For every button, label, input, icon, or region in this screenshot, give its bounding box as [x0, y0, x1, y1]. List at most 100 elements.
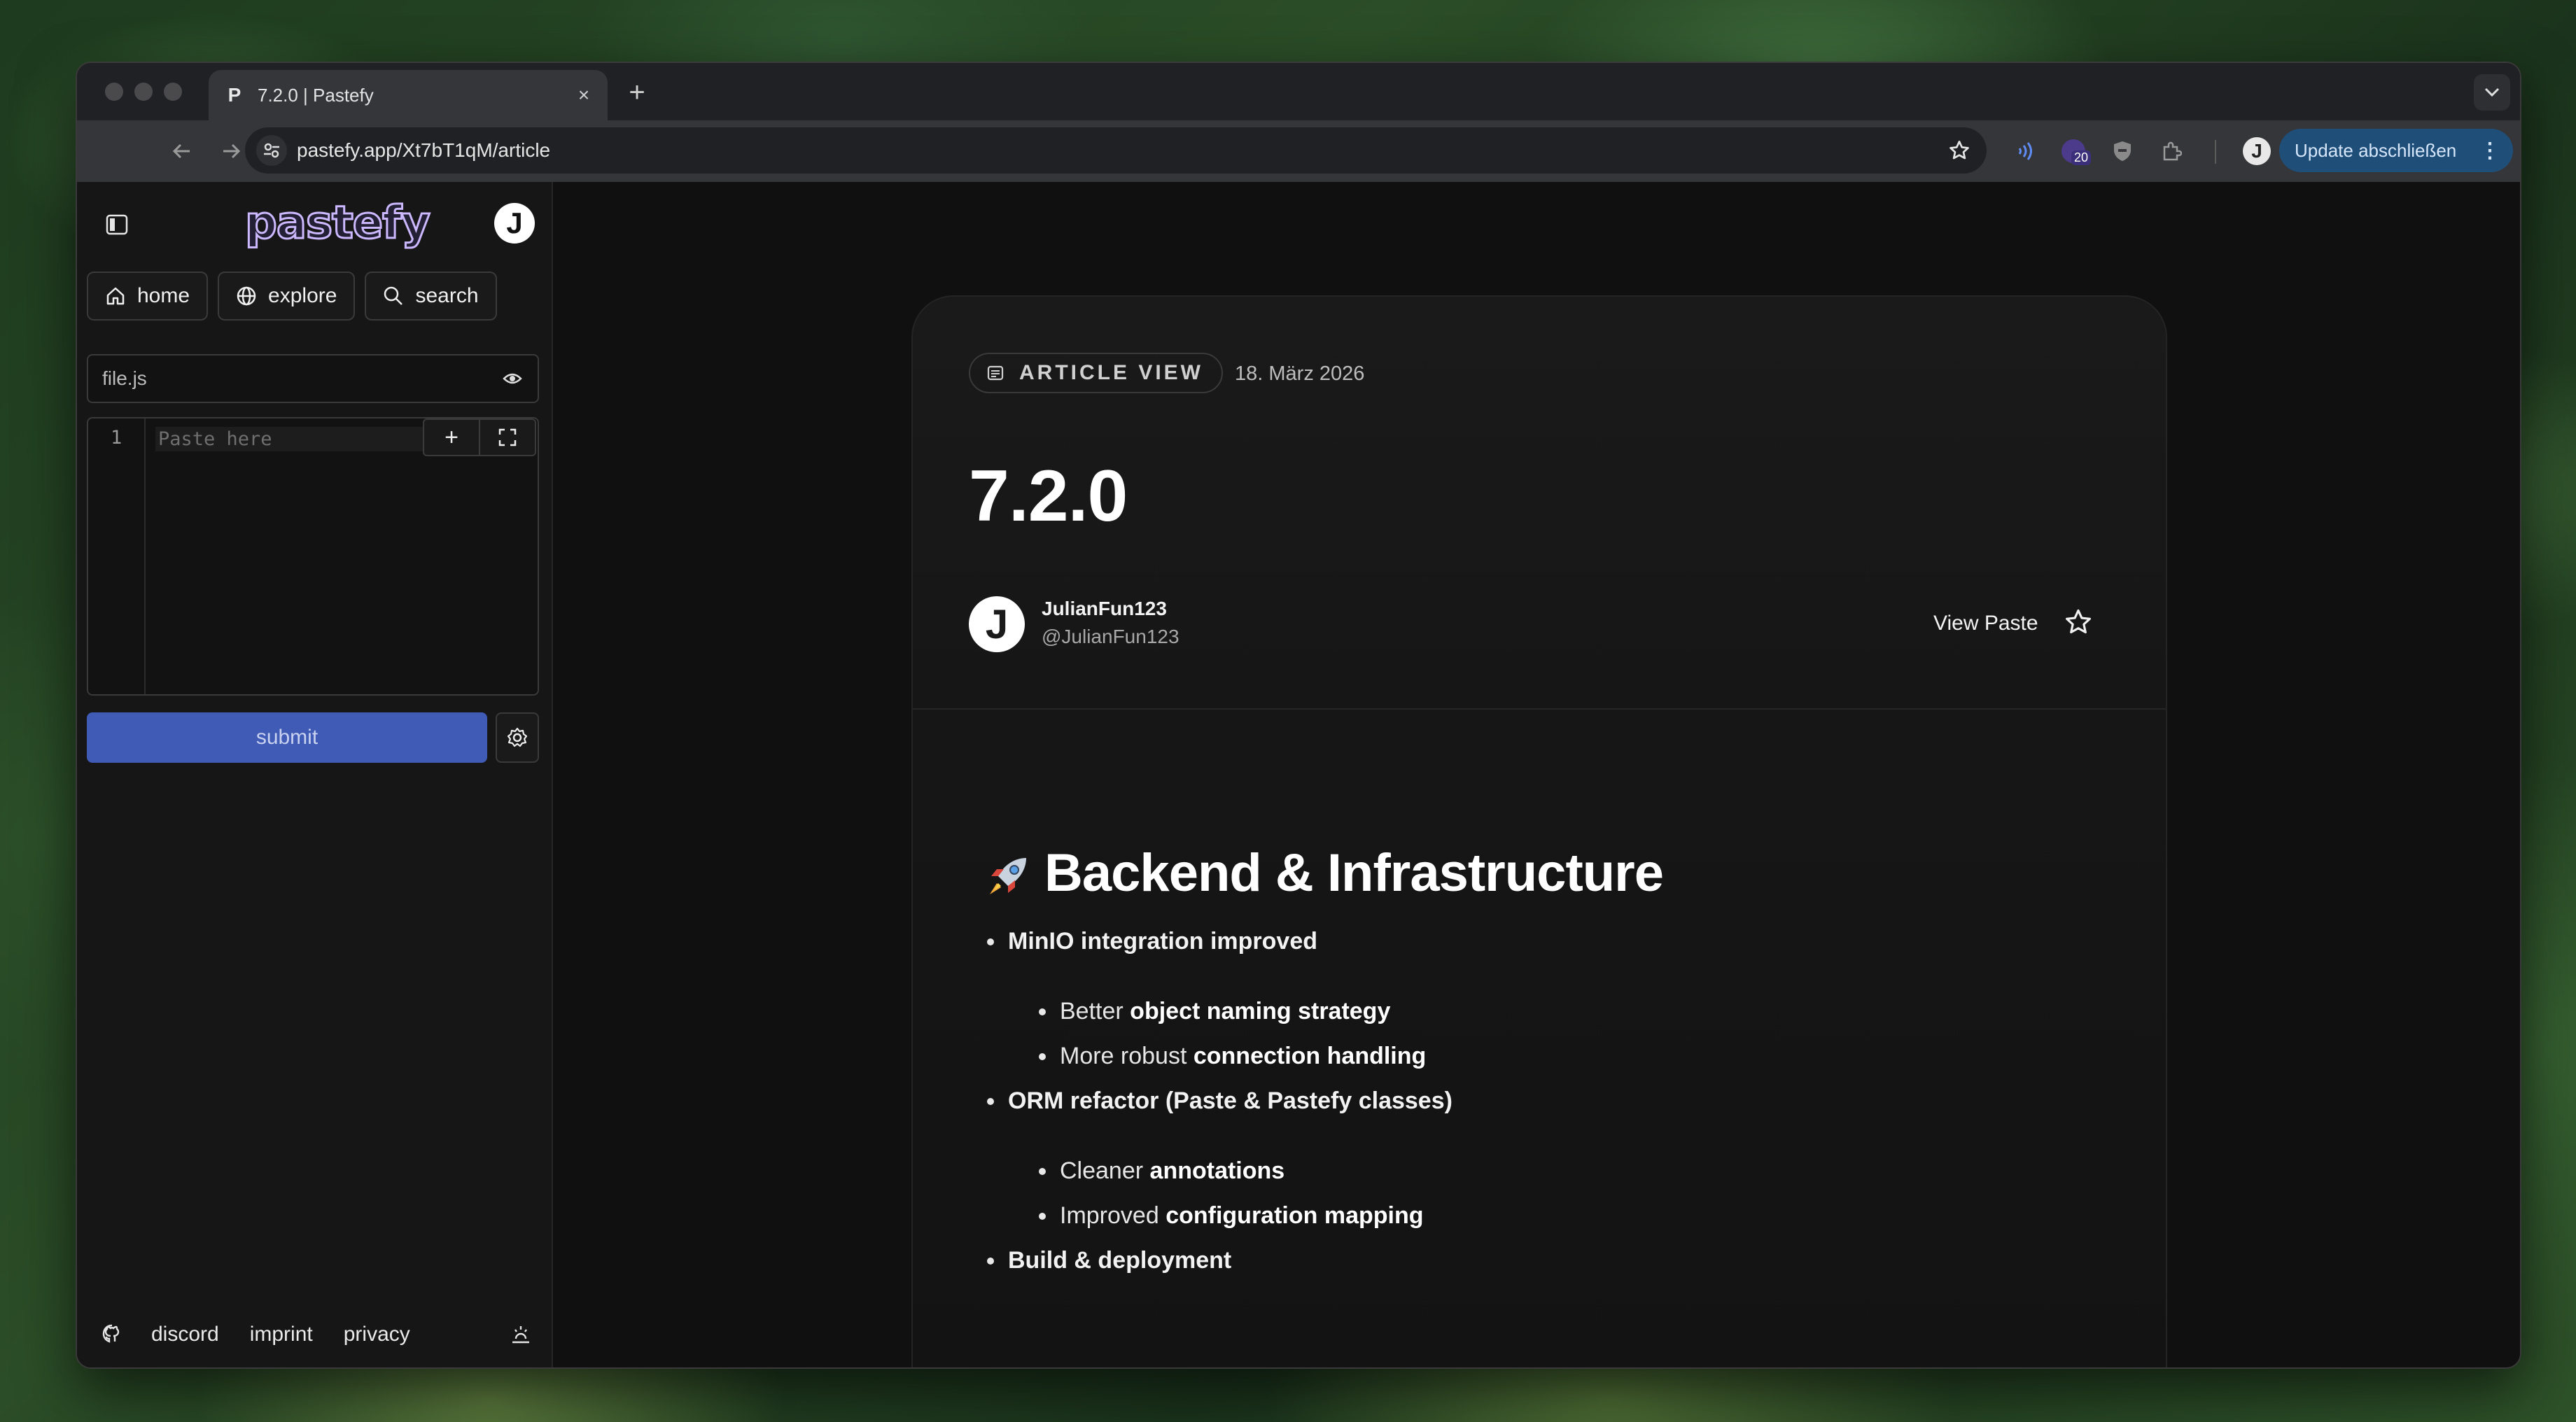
- list-item-label: ORM refactor (Paste & Pastefy classes): [1008, 1087, 1452, 1114]
- pastefy-logo[interactable]: pastefy: [244, 197, 432, 251]
- globe-icon: [237, 286, 256, 306]
- list-item-label: Build & deployment: [1008, 1247, 1232, 1274]
- window-controls: [105, 83, 182, 101]
- nav-home-label: home: [137, 284, 190, 307]
- article-date: 18. März 2026: [1235, 362, 1365, 385]
- sidebar-nav: home explore search: [87, 272, 497, 321]
- author-handle: @JulianFun123: [1042, 626, 1180, 647]
- code-editor[interactable]: 1 Paste here +: [87, 417, 539, 696]
- address-bar[interactable]: pastefy.app/Xt7bT1qM/article: [245, 127, 1987, 174]
- article-card: ARTICLE VIEW 18. März 2026 7.2.0 J Julia…: [911, 295, 2167, 1367]
- puzzle-extensions-icon[interactable]: [2155, 134, 2188, 168]
- pastefy-favicon-icon: P: [227, 84, 241, 106]
- footer-link-privacy[interactable]: privacy: [344, 1323, 410, 1346]
- sub-list: Better object naming strategy More robus…: [1008, 989, 2110, 1078]
- sub-list: Cleaner annotations Improved configurati…: [1008, 1148, 2110, 1238]
- sub-item-prefix: Cleaner: [1060, 1157, 1144, 1184]
- article-title: 7.2.0: [969, 456, 1128, 537]
- tab-search-chevron-icon[interactable]: [2474, 74, 2510, 111]
- user-avatar[interactable]: J: [494, 203, 535, 244]
- article-body: Backend & Infrastructure MinIO integrati…: [983, 843, 2110, 1283]
- bookmark-star-icon[interactable]: [1942, 133, 1977, 168]
- close-window-button[interactable]: [105, 83, 123, 101]
- more-menu-icon[interactable]: ⋮: [2479, 139, 2500, 163]
- nav-explore-label: explore: [268, 284, 337, 307]
- sub-list-item: Better object naming strategy: [1035, 989, 2110, 1034]
- list-item: Build & deployment: [983, 1238, 2110, 1283]
- rocket-icon: [990, 857, 1026, 894]
- sub-item-strong: configuration mapping: [1166, 1202, 1424, 1229]
- list-item: ORM refactor (Paste & Pastefy classes) C…: [983, 1078, 2110, 1238]
- minimize-window-button[interactable]: [134, 83, 153, 101]
- sidebar: pastefy J home explore search file.js 1 …: [77, 182, 553, 1367]
- sub-item-prefix: Better: [1060, 998, 1124, 1025]
- browser-window: P 7.2.0 | Pastefy × + pastefy.app/Xt7bT1…: [76, 62, 2521, 1369]
- filename-value: file.js: [102, 367, 147, 389]
- editor-tools: +: [423, 418, 536, 456]
- home-icon: [106, 287, 125, 305]
- settings-gear-icon[interactable]: [496, 712, 539, 763]
- view-paste-link[interactable]: View Paste: [1933, 612, 2038, 635]
- update-button-label: Update abschließen: [2295, 139, 2457, 161]
- section-heading-text: Backend & Infrastructure: [1044, 843, 1664, 903]
- editor-gutter: 1: [88, 418, 146, 694]
- changelog-list: MinIO integration improved Better object…: [983, 919, 2110, 1283]
- article-view-badge: ARTICLE VIEW: [969, 353, 1223, 393]
- editor-placeholder[interactable]: Paste here: [155, 427, 441, 451]
- url-text[interactable]: pastefy.app/Xt7bT1qM/article: [297, 139, 1942, 162]
- active-tab[interactable]: P 7.2.0 | Pastefy ×: [209, 70, 608, 120]
- sub-item-strong: object naming strategy: [1130, 998, 1391, 1025]
- author-name[interactable]: JulianFun123: [1042, 598, 1167, 620]
- visibility-eye-icon[interactable]: [503, 371, 522, 386]
- submit-button[interactable]: submit: [87, 712, 487, 763]
- list-item-label: MinIO integration improved: [1008, 928, 1318, 955]
- toolbar-divider: [2215, 140, 2216, 164]
- sub-item-prefix: Improved: [1060, 1202, 1159, 1229]
- sub-list-item: More robust connection handling: [1035, 1034, 2110, 1078]
- github-icon[interactable]: [101, 1323, 123, 1346]
- profile-avatar-icon[interactable]: J: [2240, 134, 2274, 168]
- update-browser-button[interactable]: Update abschließen ⋮: [2279, 129, 2513, 172]
- extension-badge-count: 20: [2071, 150, 2092, 165]
- sidebar-toggle-icon[interactable]: [101, 209, 133, 241]
- article-view-label: ARTICLE VIEW: [1019, 361, 1203, 384]
- line-number: 1: [111, 427, 122, 449]
- search-icon: [384, 286, 403, 305]
- filename-input[interactable]: file.js: [87, 354, 539, 403]
- sidebar-footer: discord imprint privacy: [101, 1323, 532, 1346]
- nav-explore-button[interactable]: explore: [218, 272, 356, 321]
- back-arrow-icon[interactable]: [165, 134, 199, 168]
- site-settings-icon[interactable]: [256, 135, 287, 166]
- author-avatar[interactable]: J: [969, 596, 1025, 652]
- tab-close-icon[interactable]: ×: [570, 81, 598, 109]
- section-heading: Backend & Infrastructure: [983, 843, 2110, 903]
- footer-link-discord[interactable]: discord: [151, 1323, 219, 1346]
- fullscreen-icon[interactable]: [479, 420, 535, 455]
- browser-toolbar: pastefy.app/Xt7bT1qM/article 20 J Update…: [77, 120, 2520, 182]
- list-item: MinIO integration improved Better object…: [983, 919, 2110, 1078]
- tab-strip: P 7.2.0 | Pastefy × +: [77, 63, 2520, 120]
- zoom-window-button[interactable]: [164, 83, 182, 101]
- sub-item-strong: annotations: [1149, 1157, 1285, 1184]
- main-content: ARTICLE VIEW 18. März 2026 7.2.0 J Julia…: [553, 182, 2520, 1367]
- favorite-star-icon[interactable]: [2064, 607, 2093, 640]
- forward-arrow-icon[interactable]: [214, 134, 248, 168]
- nav-search-button[interactable]: search: [365, 272, 497, 321]
- sub-item-strong: connection handling: [1193, 1043, 1427, 1069]
- article-header: ARTICLE VIEW 18. März 2026 7.2.0 J Julia…: [913, 297, 2166, 710]
- audio-extension-icon[interactable]: [2009, 134, 2043, 168]
- new-tab-button[interactable]: +: [620, 76, 654, 109]
- sub-item-prefix: More robust: [1060, 1043, 1187, 1069]
- nav-home-button[interactable]: home: [87, 272, 209, 321]
- extension-with-badge-icon[interactable]: 20: [2057, 134, 2092, 168]
- pastefy-app: pastefy J home explore search file.js 1 …: [77, 182, 2520, 1367]
- document-icon: [987, 365, 1004, 381]
- shield-icon[interactable]: [2106, 134, 2139, 168]
- tab-title: 7.2.0 | Pastefy: [258, 84, 374, 106]
- nav-search-label: search: [415, 284, 479, 307]
- sub-list-item: Improved configuration mapping: [1035, 1193, 2110, 1238]
- add-file-button[interactable]: +: [424, 420, 479, 455]
- theme-toggle-icon[interactable]: [510, 1323, 532, 1346]
- sub-list-item: Cleaner annotations: [1035, 1148, 2110, 1193]
- footer-link-imprint[interactable]: imprint: [250, 1323, 313, 1346]
